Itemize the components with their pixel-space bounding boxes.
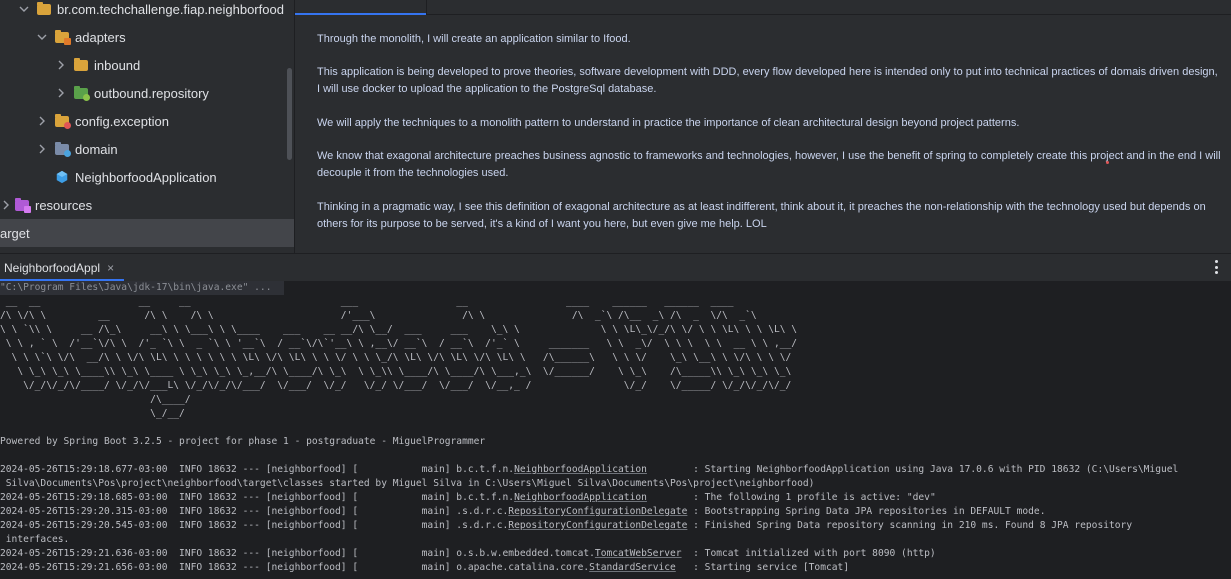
tree-item-label: NeighborfoodApplication: [75, 169, 217, 185]
paragraph: Thinking in a pragmatic way, I see this …: [317, 201, 1206, 230]
log-line: Silva\Documents\Pos\project\neighborfood…: [0, 478, 815, 489]
project-tree: br.com.techchallenge.fiap.neighborfood a…: [0, 0, 295, 253]
paragraph: Through the monolith, I will create an a…: [317, 33, 631, 45]
log-line: 2024-05-26T15:29:18.677-03:00 INFO 18632…: [0, 464, 1179, 475]
folder-icon: [36, 2, 52, 16]
log-line: 2024-05-26T15:29:18.685-03:00 INFO 18632…: [0, 492, 936, 503]
folder-icon: [73, 86, 90, 101]
paragraph: We know that exagonal architecture preac…: [317, 150, 1221, 179]
powered-by-line: Powered by Spring Boot 3.2.5 - project f…: [0, 436, 486, 447]
ascii-banner: __ __ __ __ ___ __ ____ ______ ______ __…: [0, 296, 798, 419]
tree-item-adapters[interactable]: adapters: [0, 23, 331, 51]
folder-icon: [54, 30, 71, 45]
log-line: 2024-05-26T15:29:21.656-03:00 INFO 18632…: [0, 562, 850, 573]
tree-scrollbar[interactable]: [287, 68, 292, 160]
spellcheck-marker: [1106, 161, 1109, 164]
run-tab[interactable]: NeighborfoodAppl ×: [0, 254, 118, 281]
tree-item-resources[interactable]: resources: [0, 191, 295, 219]
class-link[interactable]: RepositoryConfigurationDelegate: [508, 506, 687, 517]
tree-item-target[interactable]: arget: [0, 219, 295, 247]
log-line: 2024-05-26T15:29:20.315-03:00 INFO 18632…: [0, 506, 1046, 517]
folder-icon: [54, 114, 71, 129]
tree-item-label: inbound: [94, 57, 141, 73]
editor-tab-active[interactable]: [295, 0, 426, 15]
resources-folder-icon: [14, 198, 31, 213]
chevron-down-icon[interactable]: [36, 31, 48, 43]
tree-item-label: config.exception: [75, 113, 169, 129]
tab-separator: [426, 0, 427, 14]
close-icon[interactable]: ×: [107, 261, 114, 275]
folder-icon: [54, 142, 71, 157]
command-line[interactable]: "C:\Program Files\Java\jdk-17\bin\java.e…: [0, 281, 284, 295]
console-output[interactable]: "C:\Program Files\Java\jdk-17\bin\java.e…: [0, 281, 1231, 579]
paragraph: We will apply the techniques to a monoli…: [317, 117, 1020, 129]
chevron-right-icon[interactable]: [55, 87, 67, 99]
readme-preview: Through the monolith, I will create an a…: [295, 0, 1231, 253]
tree-item-neighborfood-application[interactable]: NeighborfoodApplication: [0, 163, 343, 191]
tree-item-label: outbound.repository: [94, 85, 209, 101]
tree-item-domain[interactable]: domain: [0, 135, 331, 163]
more-options-icon[interactable]: [1211, 260, 1221, 274]
tree-item-label: arget: [0, 225, 30, 241]
folder-icon: [73, 58, 89, 72]
class-link[interactable]: TomcatWebServer: [595, 548, 682, 559]
run-tab-label: NeighborfoodAppl: [4, 260, 101, 275]
chevron-right-icon[interactable]: [36, 143, 48, 155]
spring-class-icon: [54, 170, 70, 184]
log-line: 2024-05-26T15:29:20.545-03:00 INFO 18632…: [0, 520, 1133, 531]
chevron-right-icon[interactable]: [55, 59, 67, 71]
log-line: 2024-05-26T15:29:21.636-03:00 INFO 18632…: [0, 548, 936, 559]
top-area: br.com.techchallenge.fiap.neighborfood a…: [0, 0, 1231, 253]
class-link[interactable]: StandardService: [589, 562, 676, 573]
editor-tab-strip: [295, 0, 1231, 15]
chevron-right-icon[interactable]: [36, 115, 48, 127]
tree-item-config-exception[interactable]: config.exception: [0, 107, 331, 135]
log-line: interfaces.: [0, 534, 70, 545]
chevron-down-icon[interactable]: [18, 3, 30, 15]
class-link[interactable]: NeighborfoodApplication: [514, 492, 647, 503]
tree-item-package-root[interactable]: br.com.techchallenge.fiap.neighborfood: [0, 0, 313, 23]
tree-item-label: br.com.techchallenge.fiap.neighborfood: [57, 1, 284, 17]
run-tool-window-header: NeighborfoodAppl ×: [0, 253, 1231, 282]
chevron-right-icon[interactable]: [0, 199, 12, 211]
tree-item-label: domain: [75, 141, 118, 157]
paragraph: This application is being developed to p…: [317, 66, 1218, 95]
tree-item-label: adapters: [75, 29, 126, 45]
tree-item-label: resources: [35, 197, 93, 213]
class-link[interactable]: NeighborfoodApplication: [514, 464, 647, 475]
class-link[interactable]: RepositoryConfigurationDelegate: [508, 520, 687, 531]
